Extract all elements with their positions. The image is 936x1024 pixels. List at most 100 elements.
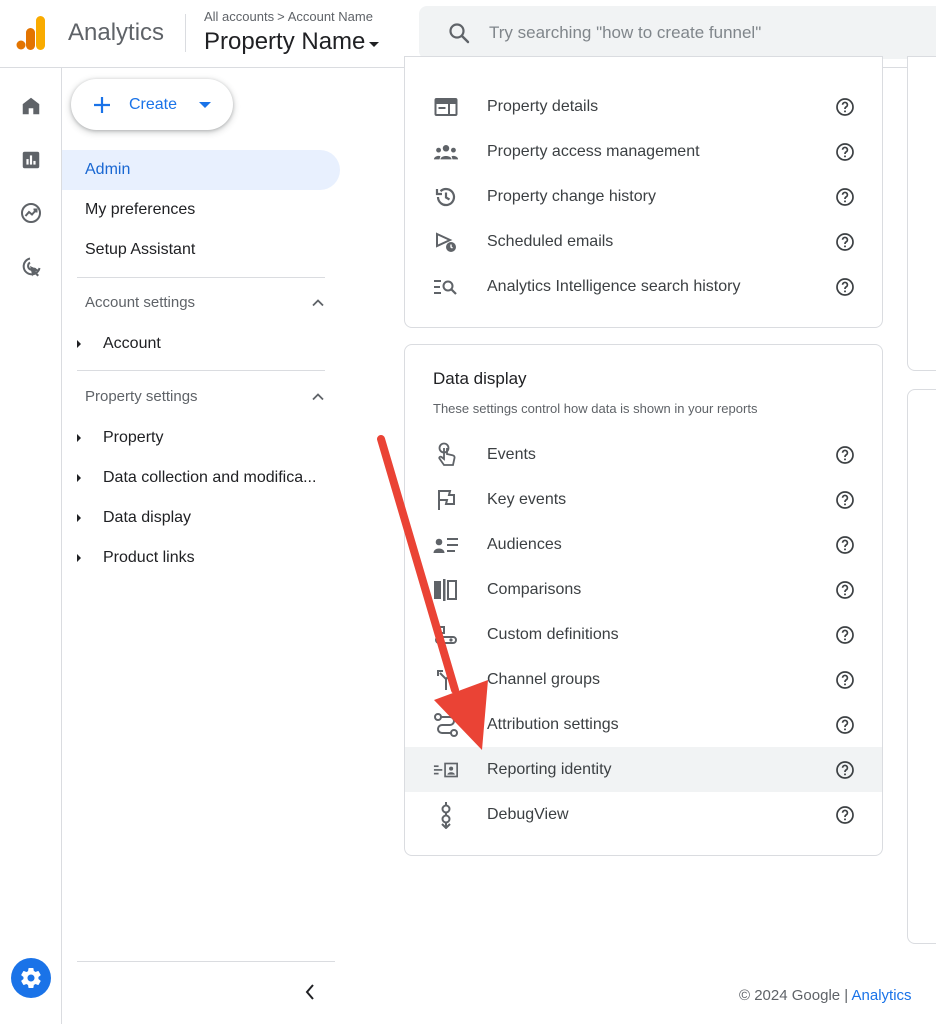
- help-icon[interactable]: [835, 625, 855, 645]
- nav-divider: [77, 961, 335, 962]
- help-icon[interactable]: [835, 715, 855, 735]
- row-property-access-management[interactable]: Property access management: [405, 129, 882, 174]
- nav-item-setup-assistant[interactable]: Setup Assistant: [62, 230, 340, 270]
- nav-item-property[interactable]: Property: [77, 429, 337, 447]
- nav-item-admin[interactable]: Admin: [62, 150, 340, 190]
- people-icon: [433, 139, 459, 165]
- expand-arrow-icon: [77, 434, 81, 442]
- help-icon[interactable]: [835, 142, 855, 162]
- reporting-identity-icon: [433, 757, 459, 783]
- nav-item-account-label: Account: [103, 335, 161, 352]
- admin-settings-button[interactable]: [11, 958, 51, 998]
- app-title: Analytics: [68, 19, 165, 46]
- row-events[interactable]: Events: [405, 432, 882, 477]
- row-key-events[interactable]: Key events: [405, 477, 882, 522]
- help-icon[interactable]: [835, 760, 855, 780]
- property-settings-label: Property settings: [85, 388, 198, 405]
- row-channel-groups[interactable]: Channel groups: [405, 657, 882, 702]
- nav-item-data-display[interactable]: Data display: [77, 509, 337, 527]
- audiences-icon: [433, 532, 459, 558]
- advertising-icon[interactable]: [17, 253, 45, 281]
- analytics-logo-icon[interactable]: [16, 16, 48, 50]
- row-property-change-history[interactable]: Property change history: [405, 174, 882, 219]
- breadcrumb[interactable]: All accounts > Account Name: [204, 9, 373, 24]
- property-details-icon: [433, 94, 459, 120]
- collapse-nav-button[interactable]: [300, 978, 320, 1006]
- help-icon[interactable]: [835, 187, 855, 207]
- nav-divider: [77, 370, 325, 371]
- chevron-up-icon: [312, 392, 324, 400]
- help-icon[interactable]: [835, 232, 855, 252]
- row-label: DebugView: [487, 805, 569, 823]
- card-title: Data display: [433, 369, 527, 388]
- help-icon[interactable]: [835, 580, 855, 600]
- row-audiences[interactable]: Audiences: [405, 522, 882, 567]
- create-button[interactable]: Create: [71, 79, 233, 130]
- attribution-icon: [433, 712, 459, 738]
- help-icon[interactable]: [835, 277, 855, 297]
- row-label: Key events: [487, 490, 567, 508]
- nav-item-property-label: Property: [103, 429, 164, 446]
- custom-definitions-icon: [433, 622, 459, 648]
- row-analytics-intelligence-search-history[interactable]: Analytics Intelligence search history: [405, 264, 882, 309]
- row-debugview[interactable]: DebugView: [405, 792, 882, 837]
- touch-icon: [433, 442, 459, 468]
- footer: © 2024 Google | Analytics: [739, 987, 912, 1004]
- account-settings-header[interactable]: Account settings: [85, 294, 325, 311]
- card-subtitle: These settings control how data is shown…: [433, 401, 758, 416]
- breadcrumb-all-accounts[interactable]: All accounts: [204, 9, 274, 24]
- row-label: Comparisons: [487, 580, 582, 598]
- plus-icon: [94, 96, 110, 113]
- reports-icon[interactable]: [17, 146, 45, 174]
- property-name: Property Name: [204, 28, 366, 55]
- help-icon[interactable]: [835, 805, 855, 825]
- gear-icon: [21, 968, 41, 989]
- row-label: Audiences: [487, 535, 562, 553]
- breadcrumb-account[interactable]: Account Name: [288, 9, 373, 24]
- row-label: Analytics Intelligence search history: [487, 277, 741, 295]
- nav-divider: [77, 277, 325, 278]
- row-scheduled-emails[interactable]: Scheduled emails: [405, 219, 882, 264]
- row-label: Property access management: [487, 142, 700, 160]
- property-settings-header[interactable]: Property settings: [85, 388, 325, 405]
- nav-item-data-collection[interactable]: Data collection and modifica...: [77, 469, 337, 487]
- right-card-partial: [907, 56, 936, 371]
- admin-navigation: Create Admin My preferences Setup Assist…: [62, 68, 352, 1024]
- nav-item-account[interactable]: Account: [77, 335, 337, 353]
- history-icon: [433, 184, 459, 210]
- caret-down-icon: [369, 41, 380, 47]
- row-label: Reporting identity: [487, 760, 612, 778]
- search-bar[interactable]: [419, 6, 936, 59]
- row-label: Property change history: [487, 187, 656, 205]
- nav-item-data-collection-label: Data collection and modifica...: [103, 469, 317, 486]
- row-label: Events: [487, 445, 536, 463]
- footer-analytics-link[interactable]: Analytics: [852, 987, 912, 1004]
- help-icon[interactable]: [835, 670, 855, 690]
- chevron-left-icon: [305, 984, 314, 1000]
- nav-item-product-links[interactable]: Product links: [77, 549, 337, 567]
- footer-copyright: © 2024 Google |: [739, 987, 852, 1004]
- row-custom-definitions[interactable]: Custom definitions: [405, 612, 882, 657]
- help-icon[interactable]: [835, 445, 855, 465]
- flag-icon: [433, 487, 459, 513]
- expand-arrow-icon: [77, 474, 81, 482]
- row-property-details[interactable]: Property details: [405, 84, 882, 129]
- help-icon[interactable]: [835, 535, 855, 555]
- nav-item-my-preferences[interactable]: My preferences: [62, 190, 340, 230]
- home-icon[interactable]: [17, 92, 45, 120]
- debug-icon: [433, 801, 459, 829]
- merge-icon: [433, 667, 459, 693]
- row-attribution-settings[interactable]: Attribution settings: [405, 702, 882, 747]
- property-selector[interactable]: Property Name: [204, 28, 380, 56]
- search-input[interactable]: [489, 22, 909, 43]
- explore-icon[interactable]: [17, 199, 45, 227]
- nav-item-product-links-label: Product links: [103, 549, 195, 566]
- create-button-label: Create: [129, 95, 178, 113]
- row-comparisons[interactable]: Comparisons: [405, 567, 882, 612]
- help-icon[interactable]: [835, 490, 855, 510]
- help-icon[interactable]: [835, 97, 855, 117]
- row-label: Property details: [487, 97, 599, 115]
- comparisons-icon: [433, 577, 459, 603]
- row-reporting-identity[interactable]: Reporting identity: [405, 747, 882, 792]
- search-history-icon: [433, 274, 459, 300]
